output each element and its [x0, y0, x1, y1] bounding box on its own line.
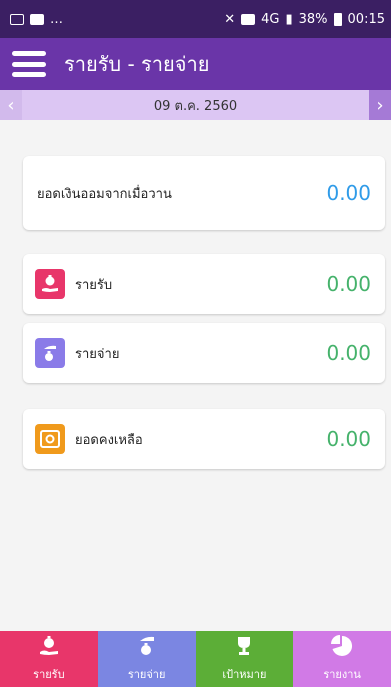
mute-icon: ✕ [224, 11, 236, 27]
nav-goal-label: เป้าหมาย [222, 668, 267, 681]
video-notification-icon [30, 13, 44, 25]
nav-expense[interactable]: รายจ่าย [97, 631, 196, 687]
yesterday-savings-label: ยอดเงินออมจากเมื่อวาน [37, 186, 172, 202]
sim-icon [241, 13, 256, 25]
expense-value: 0.00 [326, 341, 371, 365]
expense-card[interactable]: รายจ่าย 0.00 [23, 323, 385, 383]
income-card[interactable]: รายรับ 0.00 [23, 254, 385, 314]
app-title: รายรับ - รายจ่าย [64, 52, 210, 76]
status-left: … [10, 12, 63, 27]
battery-percent: 38% [298, 11, 328, 27]
nav-goal[interactable]: เป้าหมาย [195, 631, 294, 687]
income-label: รายรับ [75, 277, 113, 293]
menu-icon[interactable] [12, 51, 46, 77]
trophy-icon [234, 635, 254, 662]
status-right: ✕ 4G ▮ 38% 00:15 [224, 12, 385, 27]
income-value: 0.00 [326, 272, 371, 296]
expense-label: รายจ่าย [75, 346, 120, 362]
yesterday-savings-card: ยอดเงินออมจากเมื่อวาน 0.00 [23, 156, 385, 230]
remaining-label: ยอดคงเหลือ [75, 432, 143, 448]
nav-report[interactable]: รายงาน [293, 631, 391, 687]
signal-icon: ▮ [285, 11, 293, 27]
nav-expense-label: รายจ่าย [127, 668, 166, 681]
battery-icon [333, 12, 342, 26]
network-label: 4G [261, 11, 280, 27]
bottom-nav: รายรับ รายจ่าย เป้าหมาย รายงาน [0, 631, 391, 687]
chevron-right-icon[interactable]: › [369, 90, 391, 120]
image-notification-icon [10, 13, 24, 25]
safe-icon [35, 424, 65, 454]
dots-icon: … [50, 11, 63, 27]
date-label[interactable]: 09 ต.ค. 2560 [154, 95, 237, 116]
clock-time: 00:15 [347, 11, 385, 27]
yesterday-savings-value: 0.00 [326, 181, 371, 205]
chevron-left-icon[interactable]: ‹ [0, 90, 22, 120]
nav-report-label: รายงาน [323, 668, 361, 681]
app-bar: รายรับ - รายจ่าย [0, 38, 391, 90]
status-bar: … ✕ 4G ▮ 38% 00:15 [0, 0, 391, 38]
nav-income-label: รายรับ [33, 668, 65, 681]
nav-income[interactable]: รายรับ [0, 631, 98, 687]
money-bag-out-icon [137, 635, 157, 662]
pie-chart-icon [331, 635, 353, 662]
date-bar: ‹ 09 ต.ค. 2560 › [0, 90, 391, 120]
money-bag-hand-icon [39, 635, 59, 662]
remaining-value: 0.00 [326, 427, 371, 451]
money-bag-out-icon [35, 338, 65, 368]
money-bag-hand-icon [35, 269, 65, 299]
remaining-card[interactable]: ยอดคงเหลือ 0.00 [23, 409, 385, 469]
